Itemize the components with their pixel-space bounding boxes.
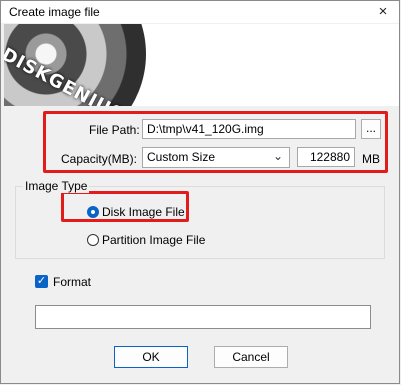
cancel-button[interactable]: Cancel <box>214 346 288 368</box>
progress-bar <box>35 305 371 329</box>
capacity-dropdown[interactable]: Custom Size ⌄ <box>142 147 290 168</box>
close-icon[interactable]: × <box>373 2 393 22</box>
chevron-down-icon: ⌄ <box>272 149 283 163</box>
capacity-label: Capacity(MB): <box>61 152 138 166</box>
radio-partition-image[interactable]: Partition Image File <box>85 233 215 247</box>
title-bar: Create image file × <box>1 1 399 23</box>
banner-image: DISKGENIUS <box>4 24 399 106</box>
checkmark-icon: ✓ <box>35 275 48 288</box>
image-type-group <box>15 186 385 259</box>
capacity-value-input[interactable]: 122880 <box>297 147 355 167</box>
capacity-unit: MB <box>362 152 380 166</box>
radio-unselected-icon <box>87 234 99 246</box>
file-path-input[interactable]: D:\tmp\v41_120G.img <box>142 119 356 139</box>
ok-button[interactable]: OK <box>114 346 188 368</box>
radio-disk-image[interactable]: Disk Image File <box>85 205 195 219</box>
radio-disk-image-label: Disk Image File <box>102 205 185 219</box>
radio-partition-image-label: Partition Image File <box>102 233 206 247</box>
format-label: Format <box>53 275 92 289</box>
file-path-label: File Path: <box>89 123 140 137</box>
create-image-dialog: Create image file × DISKGENIUS File Path… <box>0 0 400 384</box>
window-title: Create image file <box>9 5 100 19</box>
capacity-selected: Custom Size <box>147 150 216 164</box>
radio-selected-icon <box>87 206 99 218</box>
image-type-group-label: Image Type <box>23 179 90 193</box>
browse-button[interactable]: ... <box>361 119 381 139</box>
format-checkbox[interactable]: ✓ Format <box>35 275 115 290</box>
